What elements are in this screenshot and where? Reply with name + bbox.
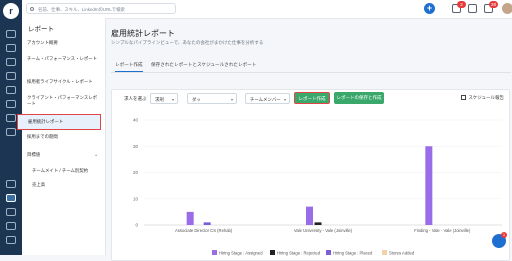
x-tick-label: Finding - Vale - Vale (Joinville) — [414, 228, 471, 233]
job-filter-label: 求人を選ぶ — [124, 96, 147, 101]
legend-swatch — [326, 250, 331, 255]
jobs-icon[interactable] — [6, 44, 16, 52]
x-tick-label: Vale University - Vale (Joinville) — [294, 228, 353, 233]
sidebar-item-revenue[interactable]: 売上高 — [32, 182, 101, 188]
bar — [186, 211, 194, 225]
y-tick-label: 10 — [133, 196, 139, 201]
add-button[interactable]: + — [424, 3, 435, 14]
chat-badge: 1 — [501, 232, 507, 238]
dashboard-icon[interactable] — [6, 30, 16, 38]
page-title: 雇用統計レポート — [111, 29, 175, 38]
chevron-down-icon: ▾ — [171, 97, 174, 102]
reports-icon[interactable] — [6, 194, 16, 202]
team-member-select[interactable]: チームメンバー ▾ — [245, 93, 290, 104]
sidebar-item-client-performance[interactable]: クライアント・パフォーマンスレポート — [27, 95, 101, 107]
companies-icon[interactable] — [6, 86, 16, 94]
y-tick-label: 0 — [135, 223, 138, 228]
date-select[interactable]: ダッ ▾ — [187, 93, 237, 104]
schedule-report-label: スケジュール報告 — [468, 95, 504, 100]
create-report-button[interactable]: レポート作成 — [294, 92, 330, 104]
hiring-stats-chart: 0 10 20 30 40 Associate Director CS (Rehab) Va… — [133, 118, 502, 256]
save-and-create-button[interactable]: レポートの保存と作成 — [334, 92, 384, 104]
schedule-report-button[interactable]: スケジュール報告 — [461, 95, 504, 101]
avatar[interactable] — [502, 3, 512, 14]
sidebar-item-teammate-contracts[interactable]: チームメイト / チーム別契約 — [32, 168, 101, 174]
tab-create-report[interactable]: レポート作成 — [115, 62, 143, 72]
y-tick-label: 30 — [133, 144, 139, 149]
main-content: 雇用統計レポート シンプルなパイプラインビューで、あなたの会社がまかけた仕事を分… — [105, 18, 512, 261]
search-input[interactable]: 名前、仕事、スキル、LinkedInのURLで検索 — [26, 3, 176, 14]
logout-icon[interactable] — [6, 236, 16, 244]
top-bar: 名前、仕事、スキル、LinkedInのURLで検索 + 2 28 — [22, 0, 512, 19]
sidebar-item-hiring-stats[interactable]: 雇用統計レポート — [17, 114, 101, 130]
candidates-icon[interactable] — [6, 58, 16, 66]
y-tick-label: 40 — [133, 118, 139, 123]
sidebar-item-goals[interactable]: 目標値 — [27, 152, 101, 158]
chevron-down-icon[interactable]: ⌄ — [94, 152, 98, 158]
bar — [314, 222, 322, 225]
report-card: 求人を選ぶ 求刑 ▾ ダッ ▾ チームメンバー ▾ レポート作成 レポートの保存と作成… — [111, 89, 510, 261]
bar — [306, 206, 313, 225]
sidebar-item-account-overview[interactable]: アカウント概要 — [27, 40, 101, 46]
team-member-select-value: チームメンバー — [250, 97, 281, 102]
sidebar-item-team-performance[interactable]: チーム・パフォーマンス・レポート — [27, 56, 101, 62]
chevron-down-icon: ▾ — [283, 97, 286, 102]
reports-sidebar: レポート アカウント概要 チーム・パフォーマンス・レポート 採用者ライフサイクル… — [17, 18, 106, 255]
job-select[interactable]: 求刑 ▾ — [150, 93, 178, 104]
job-select-value: 求刑 — [155, 97, 164, 102]
legend-swatch — [212, 250, 217, 255]
x-tick-label: Associate Director CS (Rehab) — [175, 228, 233, 233]
inbox-badge: 28 — [489, 1, 498, 8]
tab-bar: レポート作成 保存されたレポートとスケジュールされたレポート — [111, 58, 511, 73]
sidebar-item-time-to-hire[interactable]: 採用までの期間 — [27, 134, 101, 140]
chevron-down-icon: ▾ — [230, 97, 233, 102]
mail-icon[interactable] — [468, 4, 477, 13]
search-icon — [30, 7, 34, 11]
bar — [425, 146, 433, 225]
search-placeholder: 名前、仕事、スキル、LinkedInのURLで検索 — [38, 7, 125, 12]
contacts-icon[interactable] — [6, 72, 16, 80]
sidebar-item-lifecycle[interactable]: 採用者ライフサイクル・レポート — [27, 79, 101, 85]
page-subtitle: シンプルなパイプラインビューで、あなたの会社がまかけた仕事を分析する — [111, 40, 264, 45]
deals-icon[interactable] — [6, 100, 16, 108]
sidebar-title: レポート — [28, 26, 54, 33]
tasks-icon[interactable] — [6, 114, 16, 122]
chat-launcher-button[interactable]: 1 — [492, 232, 507, 248]
notifications-badge: 2 — [457, 1, 466, 8]
calendar-icon[interactable] — [6, 128, 16, 136]
app-logo[interactable]: r — [3, 3, 19, 19]
calendar-icon — [461, 95, 467, 101]
settings-icon[interactable] — [6, 180, 16, 188]
help-icon[interactable] — [6, 208, 16, 216]
apps-icon[interactable] — [6, 222, 16, 230]
tab-saved-reports[interactable]: 保存されたレポートとスケジュールされたレポート — [151, 62, 256, 68]
legend-swatch — [382, 250, 387, 255]
date-select-value: ダッ — [192, 97, 201, 102]
bar — [203, 222, 211, 225]
y-tick-label: 20 — [133, 170, 139, 175]
legend-swatch — [270, 250, 275, 255]
